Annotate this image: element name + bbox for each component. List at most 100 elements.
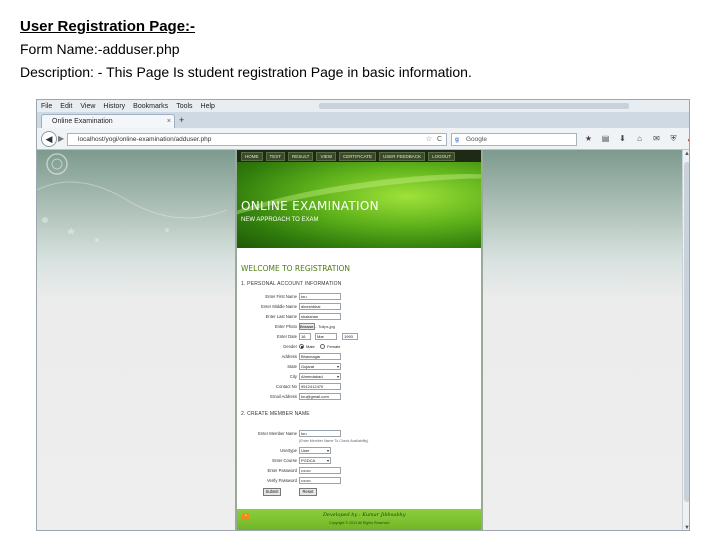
field-label: Email Address bbox=[270, 394, 297, 399]
first-name-field[interactable]: kru bbox=[299, 293, 341, 300]
form-row-password: Enter Password ••••••• bbox=[237, 467, 485, 475]
field-label: Enter First Name bbox=[265, 294, 297, 299]
reset-button[interactable]: Reset bbox=[299, 488, 317, 496]
last-name-field[interactable]: shakshan bbox=[299, 313, 341, 320]
form-row-first-name: Enter First Name kru bbox=[237, 293, 485, 301]
search-placeholder: Google bbox=[466, 136, 487, 143]
back-arrow-icon[interactable]: ◀ bbox=[41, 131, 57, 147]
member-name-field[interactable]: kru bbox=[299, 430, 341, 437]
password-field[interactable]: ••••••• bbox=[299, 467, 341, 474]
address-field[interactable]: Bhavnagar bbox=[299, 353, 341, 360]
state-select[interactable]: Gujarat ▾ bbox=[299, 363, 341, 370]
usertype-select[interactable]: User ▾ bbox=[299, 447, 331, 454]
site-nav: HOME TEST RESULT VIEW CERTIFICATE USER F… bbox=[237, 150, 481, 162]
course-value: PGDCA bbox=[301, 458, 316, 463]
availability-hint[interactable]: (Enter Member Name To Check Availability… bbox=[299, 438, 368, 445]
tab-title: Online Examination bbox=[52, 118, 113, 125]
footer-copyright: Copyright © 2013 All Rights Reserved bbox=[329, 521, 390, 525]
form-row-last-name: Enter Last Name shakshan bbox=[237, 313, 485, 321]
site-title: ONLINE EXAMINATION bbox=[241, 199, 379, 213]
menu-tools[interactable]: Tools bbox=[176, 103, 192, 110]
middle-name-field[interactable]: dineshbhai bbox=[299, 303, 341, 310]
vertical-scrollbar[interactable]: ▲ ▼ bbox=[682, 150, 689, 530]
menu-history[interactable]: History bbox=[103, 103, 125, 110]
doc-heading: User Registration Page:- bbox=[20, 18, 196, 35]
gender-female-radio[interactable] bbox=[320, 344, 325, 349]
field-label: Enter Last Name bbox=[265, 314, 297, 319]
usertype-value: User bbox=[301, 448, 310, 453]
browser-window: File Edit View History Bookmarks Tools H… bbox=[36, 99, 690, 531]
share-icon[interactable]: ✉ bbox=[651, 133, 662, 145]
new-tab-icon[interactable]: + bbox=[179, 114, 184, 126]
menu-file[interactable]: File bbox=[41, 103, 52, 110]
menu-view[interactable]: View bbox=[80, 103, 95, 110]
field-label: Enter Member Name bbox=[258, 431, 297, 436]
site-nav-user-feedback[interactable]: USER FEEDBACK bbox=[379, 151, 426, 161]
field-label: Enter Middle Name bbox=[261, 304, 297, 309]
browse-button[interactable]: Browse... bbox=[299, 323, 317, 330]
gender-female-label: Female bbox=[327, 344, 341, 349]
field-label: Contact No bbox=[276, 384, 297, 389]
close-icon[interactable]: × bbox=[167, 115, 171, 128]
menu-help[interactable]: Help bbox=[201, 103, 215, 110]
shield-icon[interactable]: ⛨ bbox=[668, 133, 679, 145]
title-bar-text bbox=[319, 103, 629, 109]
site-nav-logout[interactable]: LOGOUT bbox=[428, 151, 456, 161]
menu-edit[interactable]: Edit bbox=[60, 103, 72, 110]
course-select[interactable]: PGDCA ▾ bbox=[299, 457, 331, 464]
form-row-availability-hint: (Enter Member Name To Check Availability… bbox=[237, 438, 485, 446]
search-input[interactable]: g Google bbox=[451, 133, 577, 146]
addon-icon[interactable]: ✗ bbox=[685, 133, 689, 145]
tab-online-examination[interactable]: Online Examination × bbox=[41, 114, 175, 128]
site-nav-view[interactable]: VIEW bbox=[316, 151, 336, 161]
tab-strip: Online Examination × + bbox=[37, 112, 689, 128]
doc-form-name: Form Name:-adduser.php bbox=[20, 41, 180, 57]
star-icon[interactable]: ★ bbox=[583, 133, 594, 145]
dob-month-select[interactable]: Mar bbox=[315, 333, 337, 340]
site-nav-result[interactable]: RESULT bbox=[288, 151, 314, 161]
section-personal-title: 1. PERSONAL ACCOUNT INFORMATION bbox=[241, 281, 342, 287]
address-bar[interactable]: localhost/yogi/online-examination/adduse… bbox=[67, 133, 447, 146]
gender-male-radio[interactable] bbox=[299, 344, 304, 349]
chevron-down-icon: ▾ bbox=[336, 374, 339, 379]
form-row-state: State Gujarat ▾ bbox=[237, 363, 485, 371]
scroll-thumb[interactable] bbox=[684, 162, 689, 502]
field-label: Enter Photo bbox=[274, 324, 297, 329]
site-nav-home[interactable]: HOME bbox=[241, 151, 263, 161]
verify-password-field[interactable]: ••••••• bbox=[299, 477, 341, 484]
site-footer: ◔ Developed by : Kumar Jibhsabhy Copyrig… bbox=[237, 509, 481, 530]
dob-year-select[interactable]: 1993 bbox=[342, 333, 358, 340]
background-decoration bbox=[37, 153, 227, 242]
scroll-down-icon[interactable]: ▼ bbox=[684, 525, 689, 530]
dob-day-select[interactable]: 16 bbox=[299, 333, 311, 340]
page-viewport: HOME TEST RESULT VIEW CERTIFICATE USER F… bbox=[37, 150, 682, 530]
form-row-photo: Enter Photo Browse... Tulips.jpg bbox=[237, 323, 485, 331]
scroll-up-icon[interactable]: ▲ bbox=[684, 151, 689, 157]
site-nav-test[interactable]: TEST bbox=[265, 151, 286, 161]
submit-button[interactable]: Submit bbox=[263, 488, 281, 496]
city-select[interactable]: Ahmedabad ▾ bbox=[299, 373, 341, 380]
field-label: State bbox=[287, 364, 297, 369]
field-label: Usertype bbox=[280, 448, 297, 453]
contact-field[interactable]: 9512412470 bbox=[299, 383, 341, 390]
footer-developer: Developed by : Kumar Jibhsabhy bbox=[323, 512, 406, 518]
star-icon[interactable]: ☆ bbox=[426, 134, 432, 145]
form-row-address: Address Bhavnagar bbox=[237, 353, 485, 361]
email-field[interactable]: kru@gmail.com bbox=[299, 393, 341, 400]
forward-arrow-icon[interactable]: ▶ bbox=[58, 134, 64, 143]
url-text: localhost/yogi/online-examination/adduse… bbox=[78, 136, 212, 143]
form-row-gender: Gender Male Female bbox=[237, 343, 485, 351]
field-label: Enter Date bbox=[276, 334, 297, 339]
home-icon[interactable]: ⌂ bbox=[634, 133, 645, 145]
menu-bookmarks[interactable]: Bookmarks bbox=[133, 103, 168, 110]
chevron-down-icon: ▾ bbox=[336, 364, 339, 369]
form-row-usertype: Usertype User ▾ bbox=[237, 447, 485, 455]
site-nav-certificate[interactable]: CERTIFICATE bbox=[338, 151, 377, 161]
reload-icon[interactable]: C bbox=[437, 134, 442, 145]
download-icon[interactable]: ⬇ bbox=[617, 133, 628, 145]
form-row-contact: Contact No 9512412470 bbox=[237, 383, 485, 391]
bookmarks-icon[interactable]: ▤ bbox=[600, 133, 611, 145]
chevron-down-icon: ▾ bbox=[326, 458, 329, 463]
field-label: Verify Password bbox=[266, 478, 297, 483]
rss-icon[interactable]: ◔ bbox=[242, 513, 249, 520]
